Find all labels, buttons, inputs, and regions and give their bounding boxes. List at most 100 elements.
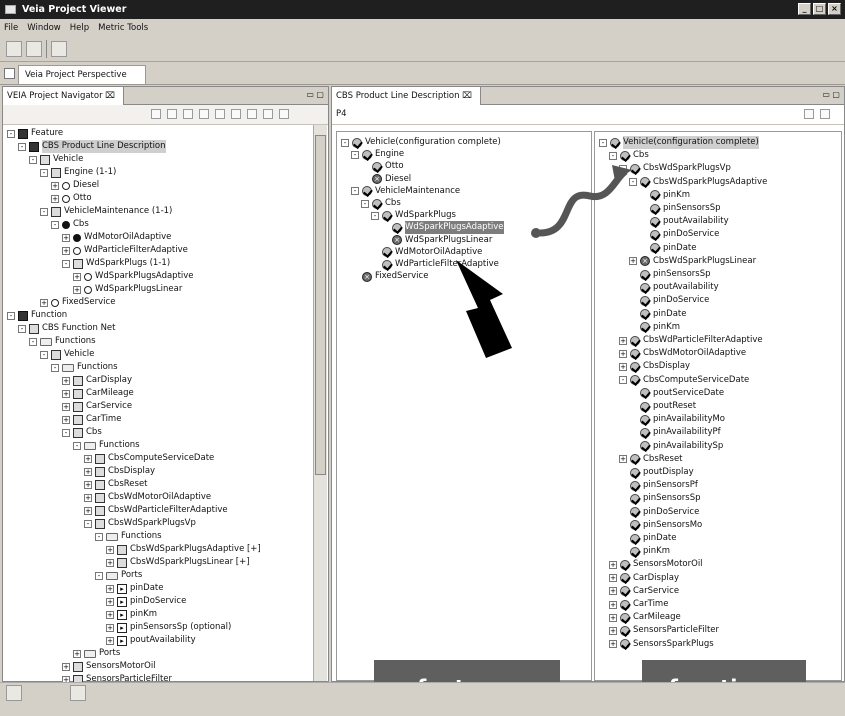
tree-row[interactable]: + Otto — [51, 192, 92, 205]
tree-row[interactable]: + ▸ pinDate — [106, 582, 163, 595]
tree-row[interactable]: - Functions — [73, 439, 140, 452]
collapse-toggle-icon[interactable]: - — [351, 187, 359, 196]
tree-row[interactable]: + ▸ pinDoService — [106, 595, 186, 608]
tree-row[interactable]: + CarTime — [62, 413, 121, 426]
tree-row[interactable]: pinKm — [619, 545, 670, 558]
tree-row[interactable]: pinAvailabilityPf — [629, 426, 721, 439]
tree-row[interactable]: Diesel — [361, 173, 411, 186]
expand-toggle-icon[interactable]: + — [106, 597, 114, 606]
expand-toggle-icon[interactable]: + — [629, 257, 637, 266]
tree-row[interactable]: - Cbs — [609, 149, 649, 162]
tree-row[interactable]: pinDate — [639, 242, 696, 255]
expand-toggle-icon[interactable]: + — [62, 662, 70, 671]
tree-row[interactable]: - VehicleMaintenance — [351, 185, 460, 198]
tree-row[interactable]: pinKm — [629, 321, 680, 334]
tree-row[interactable]: - CbsWdSparkPlugsAdaptive — [629, 176, 767, 189]
collapse-toggle-icon[interactable]: - — [18, 324, 26, 333]
navigator-scrollbar[interactable] — [313, 125, 327, 681]
back-icon[interactable] — [167, 109, 177, 119]
tree-row[interactable]: + CarService — [62, 400, 132, 413]
collapse-icon[interactable] — [215, 109, 225, 119]
fast-view-icon[interactable] — [6, 685, 22, 701]
tree-row[interactable]: + Ports — [73, 647, 120, 660]
tree-row[interactable]: + CbsWdMotorOilAdaptive — [619, 347, 746, 360]
link-icon[interactable] — [231, 109, 241, 119]
expand-toggle-icon[interactable]: + — [106, 584, 114, 593]
expand-toggle-icon[interactable]: + — [84, 454, 92, 463]
tree-row[interactable]: + WdSparkPlugsLinear — [73, 283, 182, 296]
scroll-thumb[interactable] — [315, 135, 326, 475]
expand-toggle-icon[interactable]: + — [62, 376, 70, 385]
collapse-toggle-icon[interactable]: - — [84, 519, 92, 528]
tree-row[interactable]: - Ports — [95, 569, 142, 582]
tree-row[interactable]: - Cbs — [51, 218, 89, 231]
menu-window[interactable]: Window — [27, 23, 61, 33]
tree-row[interactable]: + ▸ poutAvailability — [106, 634, 196, 647]
expand-toggle-icon[interactable]: + — [73, 649, 81, 658]
tree-row[interactable]: + FixedService — [40, 296, 115, 309]
menu-file[interactable]: File — [4, 23, 18, 33]
tree-row[interactable]: + CbsWdSparkPlugsAdaptive [+] — [106, 543, 261, 556]
tree-row[interactable]: WdSparkPlugsAdaptive — [381, 221, 504, 235]
tree-row[interactable]: + Diesel — [51, 179, 99, 192]
tree-row[interactable]: FixedService — [351, 270, 428, 283]
expand-toggle-icon[interactable]: + — [106, 558, 114, 567]
collapse-toggle-icon[interactable]: - — [40, 207, 48, 216]
tree-row[interactable]: pinSensorsPf — [619, 479, 698, 492]
perspective-tab[interactable]: Veia Project Perspective — [18, 65, 146, 84]
expand-toggle-icon[interactable]: + — [73, 272, 81, 281]
tree-row[interactable]: WdMotorOilAdaptive — [371, 246, 482, 259]
minimize-button[interactable]: _ — [798, 3, 811, 15]
collapse-toggle-icon[interactable]: - — [40, 350, 48, 359]
expand-toggle-icon[interactable]: + — [609, 600, 617, 609]
workspace-icon[interactable] — [70, 685, 86, 701]
tree-row[interactable]: pinSensorsSp — [619, 492, 701, 505]
expand-toggle-icon[interactable]: + — [84, 467, 92, 476]
expand-toggle-icon[interactable]: + — [619, 362, 627, 371]
expand-toggle-icon[interactable]: + — [106, 545, 114, 554]
collapse-toggle-icon[interactable]: - — [51, 220, 59, 229]
expand-toggle-icon[interactable]: + — [106, 610, 114, 619]
tree-row[interactable]: - Functions — [29, 335, 96, 348]
tree-row[interactable]: + WdParticleFilterAdaptive — [62, 244, 188, 257]
tree-row[interactable]: - Function — [7, 309, 67, 322]
tree-row[interactable]: + SensorsSparkPlugs — [609, 638, 714, 651]
tree-row[interactable]: WdParticleFilterAdaptive — [371, 258, 499, 271]
expand-toggle-icon[interactable]: + — [609, 560, 617, 569]
tree-row[interactable]: + CarTime — [609, 598, 668, 611]
tree-row[interactable]: pinAvailabilityMo — [629, 413, 725, 426]
tree-row[interactable]: poutReset — [629, 400, 696, 413]
tree-row[interactable]: + CbsWdParticleFilterAdaptive — [619, 334, 763, 347]
collapse-toggle-icon[interactable]: - — [361, 199, 369, 208]
tree-row[interactable]: pinSensorsMo — [619, 519, 702, 532]
tree-row[interactable]: - WdSparkPlugs (1-1) — [62, 257, 170, 270]
tree-row[interactable]: + ▸ pinSensorsSp (optional) — [106, 621, 231, 634]
collapse-toggle-icon[interactable]: - — [341, 138, 349, 147]
expand-toggle-icon[interactable]: + — [619, 455, 627, 464]
expand-toggle-icon[interactable]: + — [106, 623, 114, 632]
tree-row[interactable]: + SensorsParticleFilter — [609, 624, 719, 637]
tree-row[interactable]: poutDisplay — [619, 466, 694, 479]
tree-row[interactable]: + CbsReset — [84, 478, 148, 491]
tree-row[interactable]: Otto — [361, 160, 404, 173]
menu-help[interactable]: Help — [70, 23, 89, 33]
tree-row[interactable]: - Engine — [351, 148, 404, 161]
collapse-toggle-icon[interactable]: - — [40, 168, 48, 177]
tree-row[interactable]: pinDate — [629, 308, 686, 321]
filter-icon[interactable] — [247, 109, 257, 119]
tree-row[interactable]: + WdMotorOilAdaptive — [62, 231, 171, 244]
tree-row[interactable]: + SensorsMotorOil — [609, 558, 703, 571]
expand-toggle-icon[interactable]: + — [62, 415, 70, 424]
cbs-minimize-icon[interactable]: ▭ ▢ — [822, 90, 840, 99]
expand-toggle-icon[interactable]: + — [62, 246, 70, 255]
tree-row[interactable]: - CBS Product Line Description — [18, 140, 166, 153]
new-icon[interactable] — [6, 40, 22, 57]
open-perspective-icon[interactable] — [4, 68, 15, 79]
tree-row[interactable]: poutServiceDate — [629, 387, 724, 400]
menu-metric-tools[interactable]: Metric Tools — [98, 23, 148, 33]
tree-row[interactable]: + CarService — [609, 585, 679, 598]
expand-toggle-icon[interactable]: + — [609, 613, 617, 622]
tree-row[interactable]: + CbsDisplay — [84, 465, 155, 478]
home-icon[interactable] — [151, 109, 161, 119]
collapse-toggle-icon[interactable]: - — [29, 155, 37, 164]
